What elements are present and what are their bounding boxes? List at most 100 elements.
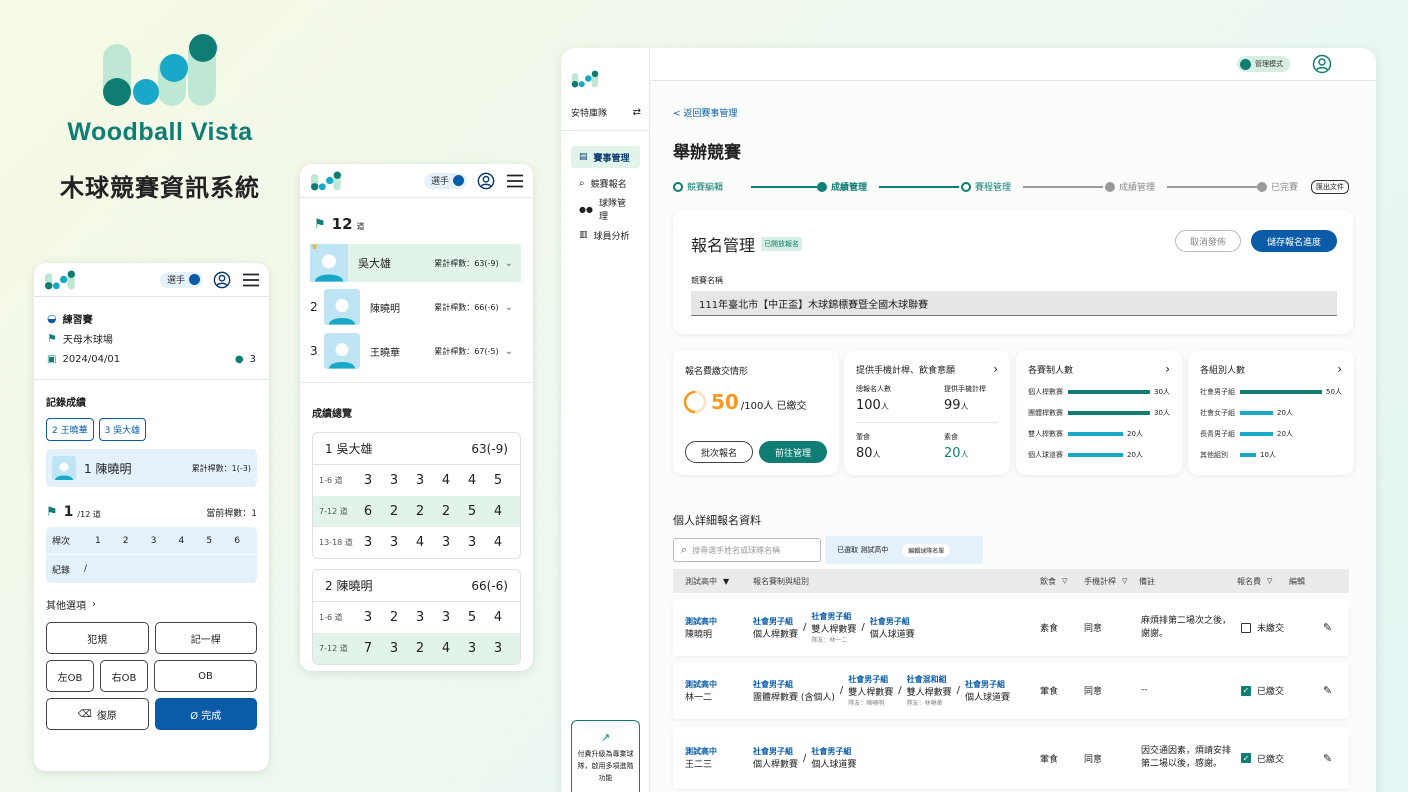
sidebar-item-events[interactable]: ▤ 賽事管理 [571,146,640,168]
upgrade-card[interactable]: ↗ 付費升級為專業球隊，啟用多項進階功能 [571,720,640,792]
table-row[interactable]: 測試高中 陳曉明 社會男子組 個人桿數賽 / 社會男子組 雙人桿數賽 隊友：林一二 / 社會男子組… [673,599,1349,656]
fee-cell[interactable]: ✓ 已繳交 [1241,752,1323,765]
table-row[interactable]: 測試高中林一二 社會男子組 團體桿數賽 (含個人) / 社會男子組 雙人桿數賽 隊友：陳曉明… [673,662,1349,719]
role-toggle[interactable]: 選手 [159,271,203,288]
save-progress-button[interactable]: 儲存報名進度 [1251,230,1337,252]
user-icon[interactable] [213,271,231,289]
role-toggle[interactable]: 選手 [423,172,467,189]
fee-status: 已繳交 [1257,687,1285,697]
category-cell: 社會男子組 團體桿數賽 (含個人) / 社會男子組 雙人桿數賽 隊友：陳曉明 / 社會混和組雙… [753,674,1040,707]
record-label: 紀錄 [52,565,71,576]
sidebar-item-analysis[interactable]: ▥ 球員分析 [571,224,640,246]
bar-row: 社會男子組 50人 [1200,381,1350,402]
step[interactable]: 成績管理 [817,180,867,193]
separator: / [803,752,807,764]
backspace-icon: ⌫ [77,708,92,720]
competition-count-card[interactable]: 各賽制人數 › 個人桿數賽 30人 團體桿數賽 30人 雙人桿數賽 20人 個人球道賽 20人 [1016,350,1182,475]
edit-pencil-icon[interactable]: ✎ [1323,684,1332,697]
player-name: 林一二 [685,692,713,703]
bar-label: 長青男子組 [1200,429,1235,438]
team-name: 測試高中 [685,679,717,689]
export-button[interactable]: 匯出文件 [1311,180,1349,194]
fee-cell[interactable]: ✓ 已繳交 [1241,684,1323,697]
team-switcher[interactable]: 安特庫隊 ⇄ [571,106,641,119]
back-link[interactable]: < 返回賽事管理 [673,106,737,119]
bar-count: 30人 [1154,408,1170,417]
menu-icon[interactable] [507,174,523,188]
restore-button[interactable]: ⌫ 復原 [46,698,149,730]
equip-card[interactable]: 提供手機計桿、飲食意願 › 總報名人數 100人 提供手機計桿 99人 葷食 80… [844,350,1010,475]
edit-pencil-icon[interactable]: ✎ [1323,752,1332,765]
menu-icon[interactable] [243,273,259,287]
practice-icon: ◒ [47,311,57,325]
edit-team-button[interactable]: 編輯球隊名單 [902,543,951,557]
ranking-row[interactable]: 3 王曉華 累計桿數：67(-5) ⌄ [310,332,521,370]
diet-cell: 素食 [1040,624,1059,634]
brand-name: Woodball Vista [67,118,253,146]
right-ob-button[interactable]: 右OB [100,660,148,692]
ob-button[interactable]: OB [154,660,257,692]
step[interactable]: 已完賽 [1257,180,1298,193]
current-player-card[interactable]: 1 陳曉明 累計桿數：1(-3) [46,449,257,487]
ranking-row[interactable]: ♛ 吳大雄 累計桿數：63(-9) ⌄ [310,244,521,282]
player-chip[interactable]: 3 吳大雄 [98,418,147,441]
logo-icon [103,34,217,106]
player-chip[interactable]: 2 王曉華 [46,418,94,441]
left-ob-button[interactable]: 左OB [46,660,94,692]
step[interactable]: 賽程管理 [961,180,1011,193]
filter-chip[interactable]: 已選取 測試高中 編輯球隊名單 [825,536,983,564]
go-manage-button[interactable]: 前往管理 [759,441,827,463]
search-input[interactable]: ⌕ 搜尋選手姓名或球隊名稱 [673,538,821,562]
batch-register-button[interactable]: 批次報名 [685,441,753,463]
checkbox-checked-icon[interactable]: ✓ [1241,753,1251,763]
filter-icon[interactable]: ▽ [1062,577,1084,585]
one-stroke-button[interactable]: 記一桿 [154,622,257,654]
sidebar-item-registration[interactable]: ⌕ 競賽報名 [571,172,640,194]
category-group: 社會男子組 [848,675,889,684]
team-name: 測試高中 [685,616,717,626]
category-group: 社會男子組 [753,679,793,689]
table-row[interactable]: 測試高中 王二三 社會男子組 個人桿數賽 / 社會男子組 個人球道賽 葷食 同意 因交通因素，煩請… [673,727,1349,789]
done-button[interactable]: Ø 完成 [154,698,257,730]
fee-status: 未繳交 [1257,624,1285,634]
category-group: 社會男子組 [753,747,793,756]
fee-cell[interactable]: 未繳交 [1241,621,1323,634]
current-total: 累計桿數：1(-3) [191,463,251,473]
filter-icon[interactable]: ▼ [723,577,753,586]
checkbox-icon[interactable] [1241,622,1251,633]
hole-total: /12 道 [77,509,101,519]
admin-mode-toggle[interactable]: 管理模式 [1237,56,1290,72]
panel-title: 報名管理 [691,236,756,255]
category-item: 社會混和組 雙人桿數賽 隊友：林曉華 [907,674,952,707]
bar-row: 個人球道賽 20人 [1028,444,1178,465]
cancel-publish-button[interactable]: 取消發佈 [1175,230,1241,252]
group-count-card[interactable]: 各組別人數 › 社會男子組 50人 社會女子組 20人 長青男子組 20人 其他組別 10人 [1188,350,1354,475]
other-options-link[interactable]: 其他選項 › [46,597,257,612]
ranking-row[interactable]: 2 陳曉明 累計桿數：66(-6) ⌄ [310,288,521,326]
step[interactable]: 成績管理 [1105,180,1155,193]
brand-subtitle: 木球競賽資訊系統 [60,174,260,202]
stepper: 競賽編輯 成績管理 賽程管理 成績管理 已完賽 匯出文件 [673,180,1353,194]
sidebar-item-team[interactable]: ●● 球隊管理 [571,198,640,222]
user-icon[interactable] [1312,54,1332,74]
filter-icon[interactable]: ▽ [1267,577,1289,585]
bar-label: 個人桿數賽 [1028,387,1063,396]
checkbox-checked-icon[interactable]: ✓ [1241,685,1251,696]
foul-button[interactable]: 犯規 [46,622,149,654]
bar-list: 個人桿數賽 30人 團體桿數賽 30人 雙人桿數賽 20人 個人球道賽 20人 [1028,381,1178,465]
rank-number: 2 [310,300,318,314]
step[interactable]: 競賽編輯 [673,180,723,193]
fee-card: 報名費繳交情形 50 /100人 已繳交 批次報名 前往管理 [673,350,839,475]
filter-icon[interactable]: ▽ [1122,577,1139,585]
current-player: 1 陳曉明 [84,461,132,476]
category-format: 個人球道賽 [811,760,857,770]
hole-number: 1 [63,504,74,520]
competition-name-field[interactable]: 111年臺北市【中正盃】木球錦標賽暨全國木球聯賽 [691,291,1337,316]
bar-row: 其他組別 10人 [1200,444,1350,465]
phone-header: 選手 [300,164,533,198]
user-icon[interactable] [477,172,495,190]
bar-row: 團體桿數賽 30人 [1028,402,1178,423]
category-item: 社會男子組 個人球道賽 [870,616,915,640]
phone-ranking-screen: 選手 ⚑ 12 道 ♛ 吳大雄 累計桿數：63(-9) ⌄ 2 陳曉明 累計桿數… [300,164,533,671]
edit-pencil-icon[interactable]: ✎ [1323,621,1332,634]
